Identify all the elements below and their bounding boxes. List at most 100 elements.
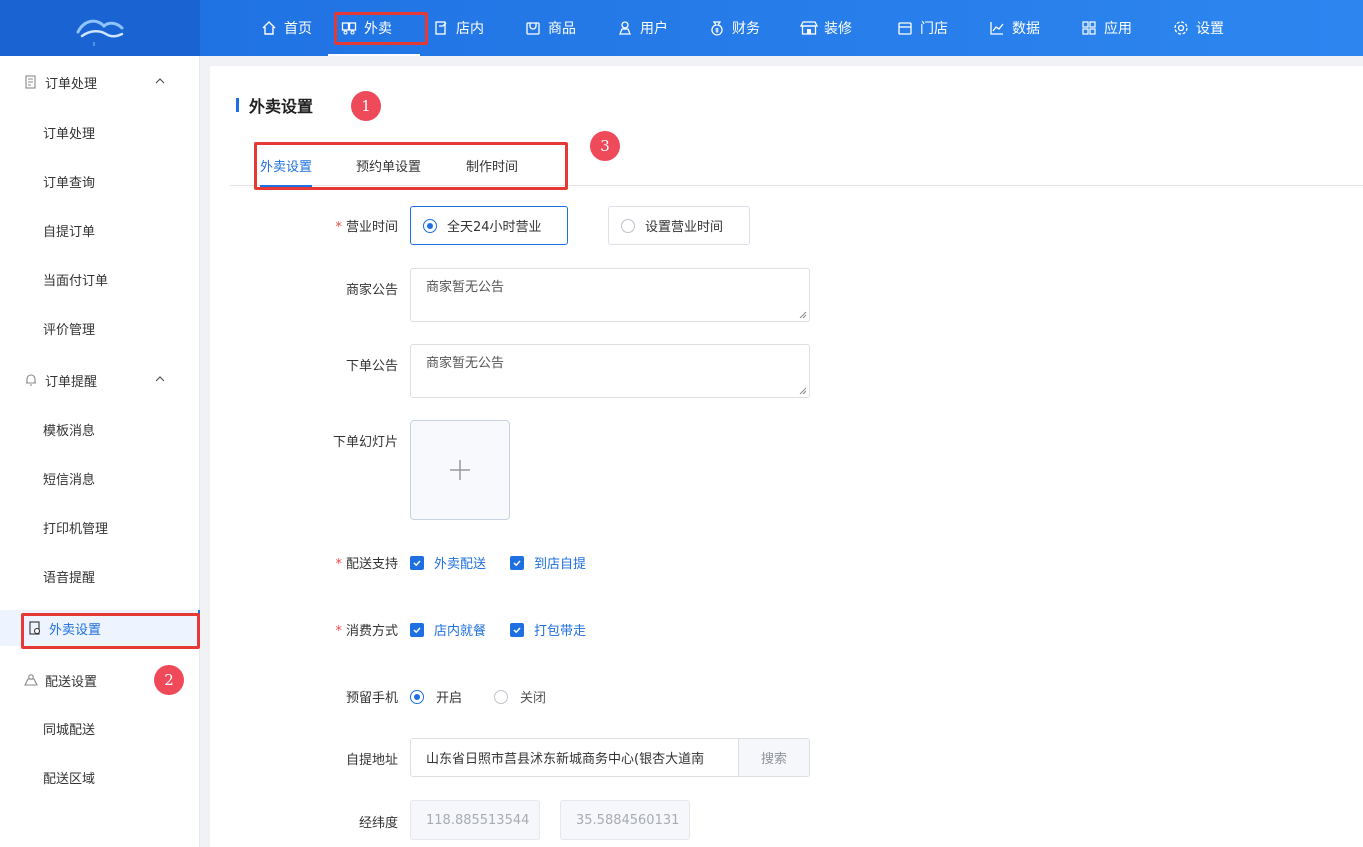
nav-settings-label: 设置 <box>1196 21 1224 37</box>
order-notice-field[interactable]: 商家暂无公告 <box>410 344 810 398</box>
longitude-field[interactable]: 118.885513544 <box>410 800 540 840</box>
order-slides-label: 下单幻灯片 <box>332 435 398 450</box>
sidebar-item-label: 模板消息 <box>43 423 96 439</box>
checkbox-takeout-delivery[interactable]: 外卖配送 <box>410 553 486 572</box>
checkbox-store-pickup[interactable]: 到店自提 <box>510 553 586 572</box>
nav-finance[interactable]: 财务 <box>696 0 788 56</box>
finance-icon <box>708 19 726 37</box>
sidebar-item-label: 当面付订单 <box>43 273 109 289</box>
nav-apps-label: 应用 <box>1104 21 1132 37</box>
apps-icon <box>1080 19 1098 37</box>
option-24h[interactable]: 全天24小时营业 <box>410 206 568 245</box>
shop-icon <box>896 19 914 37</box>
sidebar-group-order-processing[interactable]: 订单处理 <box>0 62 200 102</box>
nav-home[interactable]: 首页 <box>248 0 328 56</box>
top-navbar: 首页 外卖 店内 商品 用户 财务 装修 门店 数据 应用 设置 <box>0 0 1363 56</box>
sidebar-group-label: 订单提醒 <box>45 374 98 390</box>
search-button[interactable]: 搜索 <box>738 739 809 776</box>
sidebar-item-label: 订单处理 <box>43 126 96 142</box>
goods-icon <box>524 19 542 37</box>
checkmark-icon <box>510 622 524 637</box>
sidebar-item-voice-reminder[interactable]: 语音提醒 <box>0 558 200 594</box>
store-inside-icon <box>432 19 450 37</box>
title-accent-bar <box>236 98 239 112</box>
checkmark-icon <box>410 555 424 570</box>
radio-phone-on[interactable]: 开启 <box>410 687 462 706</box>
consume-method-label: * 消费方式 <box>335 624 398 639</box>
main-panel: 外卖设置 1 外卖设置 预约单设置 制作时间 3 * 营业时间 全天24小时营业 … <box>210 66 1363 847</box>
nav-data-label: 数据 <box>1012 21 1040 37</box>
sidebar-item-label: 语音提醒 <box>43 570 96 586</box>
radio-phone-off[interactable]: 关闭 <box>494 687 546 706</box>
option-set-hours[interactable]: 设置营业时间 <box>608 206 750 245</box>
logo[interactable] <box>0 0 200 56</box>
plus-icon <box>450 460 470 480</box>
home-icon <box>260 19 278 37</box>
sidebar-item-delivery-area[interactable]: 配送区域 <box>0 759 200 795</box>
nav-takeout[interactable]: 外卖 <box>328 0 428 56</box>
user-icon <box>616 19 634 37</box>
merchant-notice-label: 商家公告 <box>345 283 398 298</box>
sidebar-item-face-pay-orders[interactable]: 当面付订单 <box>0 261 200 297</box>
checkbox-takeaway[interactable]: 打包带走 <box>510 620 586 639</box>
annotation-badge-1: 1 <box>351 91 381 121</box>
checkmark-icon <box>510 555 524 570</box>
nav-data[interactable]: 数据 <box>976 0 1068 56</box>
sidebar-item-reviews[interactable]: 评价管理 <box>0 310 200 346</box>
decorate-icon <box>800 19 818 37</box>
logo-icon <box>76 19 124 46</box>
sidebar-item-template-messages[interactable]: 模板消息 <box>0 411 200 447</box>
nav-user[interactable]: 用户 <box>604 0 696 56</box>
sidebar-item-pickup-orders[interactable]: 自提订单 <box>0 212 200 248</box>
radio-icon <box>621 218 635 233</box>
nav-apps[interactable]: 应用 <box>1068 0 1160 56</box>
sidebar-group-order-reminders[interactable]: 订单提醒 <box>0 360 200 400</box>
chart-icon <box>988 19 1006 37</box>
business-hours-label: * 营业时间 <box>335 220 398 235</box>
nav-goods-label: 商品 <box>548 21 576 37</box>
pickup-address-input[interactable]: 山东省日照市莒县沭东新城商务中心(银杏大道南 <box>411 739 738 776</box>
nav-user-label: 用户 <box>640 21 668 37</box>
slide-upload-button[interactable] <box>410 420 510 520</box>
nav-store-inside-label: 店内 <box>456 21 484 37</box>
sidebar-item-label: 短信消息 <box>43 472 96 488</box>
sidebar-group-label: 配送设置 <box>45 674 98 690</box>
radio-icon <box>494 689 508 704</box>
pickup-address-label: 自提地址 <box>345 753 398 768</box>
nav-shop[interactable]: 门店 <box>884 0 976 56</box>
sidebar-item-label: 订单查询 <box>43 175 96 191</box>
main-nav: 首页 外卖 店内 商品 用户 财务 装修 门店 数据 应用 设置 <box>248 0 1252 56</box>
nav-shop-label: 门店 <box>920 21 948 37</box>
sidebar-item-sms-messages[interactable]: 短信消息 <box>0 460 200 496</box>
sidebar-item-order-processing[interactable]: 订单处理 <box>0 114 200 150</box>
nav-store-inside[interactable]: 店内 <box>420 0 512 56</box>
nav-finance-label: 财务 <box>732 21 760 37</box>
bell-icon <box>24 373 38 387</box>
document-icon <box>24 75 38 89</box>
annotation-badge-3: 3 <box>590 131 620 161</box>
sidebar-item-label: 打印机管理 <box>43 521 109 537</box>
nav-decorate[interactable]: 装修 <box>788 0 884 56</box>
nav-goods[interactable]: 商品 <box>512 0 604 56</box>
delivery-icon <box>24 673 38 687</box>
sidebar-item-label: 自提订单 <box>43 224 96 240</box>
nav-settings[interactable]: 设置 <box>1160 0 1252 56</box>
nav-decorate-label: 装修 <box>824 21 852 37</box>
chevron-up-icon <box>154 373 166 389</box>
merchant-notice-field[interactable]: 商家暂无公告 <box>410 268 810 322</box>
resize-grip-icon[interactable] <box>799 311 807 319</box>
resize-grip-icon[interactable] <box>799 387 807 395</box>
chevron-up-icon <box>154 75 166 91</box>
sidebar-group-label: 订单处理 <box>45 76 98 92</box>
radio-icon <box>423 218 437 233</box>
nav-home-label: 首页 <box>284 21 312 37</box>
sidebar: 订单处理 订单处理 订单查询 自提订单 当面付订单 评价管理 订单提醒 模板消息… <box>0 56 200 847</box>
gear-icon <box>1172 19 1190 37</box>
checkbox-dine-in[interactable]: 店内就餐 <box>410 620 486 639</box>
order-notice-label: 下单公告 <box>345 359 398 374</box>
pickup-address-group: 山东省日照市莒县沭东新城商务中心(银杏大道南 搜索 <box>410 738 810 777</box>
sidebar-item-city-delivery[interactable]: 同城配送 <box>0 710 200 746</box>
latitude-field[interactable]: 35.5884560131 <box>560 800 690 840</box>
sidebar-item-order-query[interactable]: 订单查询 <box>0 163 200 199</box>
sidebar-item-printer-management[interactable]: 打印机管理 <box>0 509 200 545</box>
